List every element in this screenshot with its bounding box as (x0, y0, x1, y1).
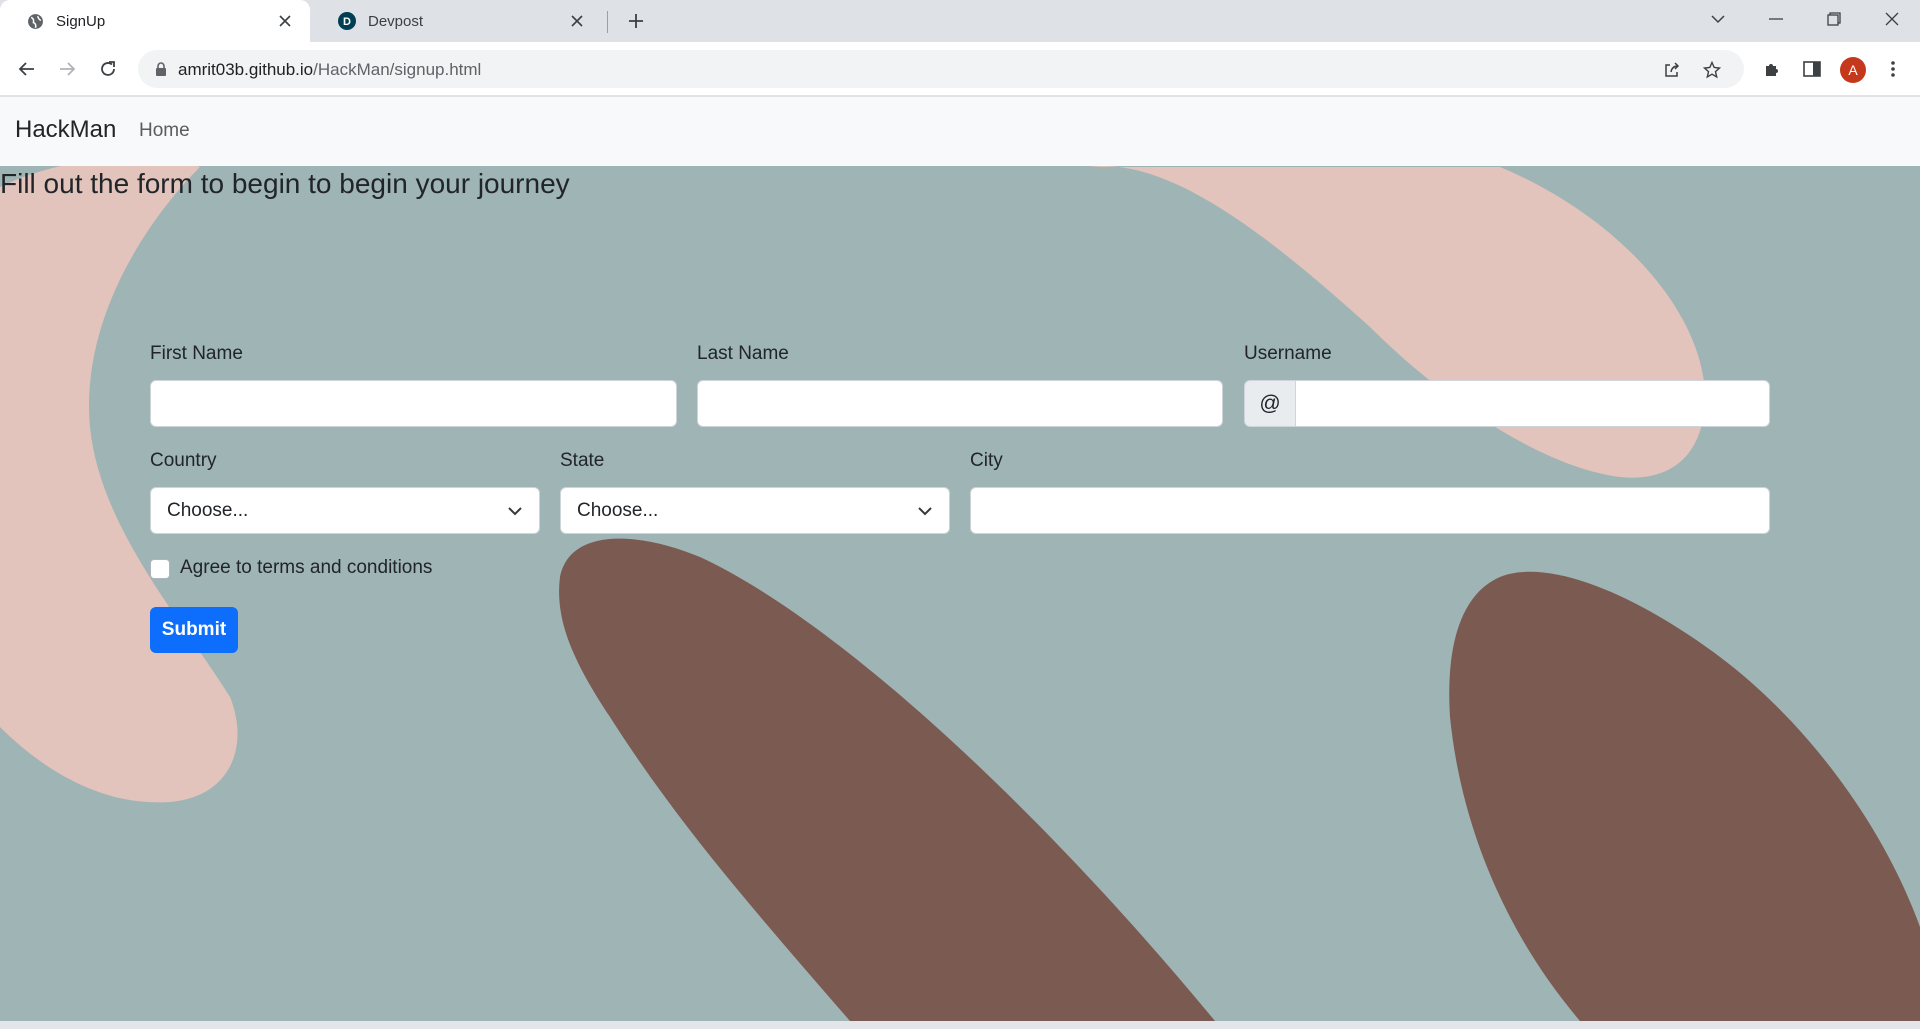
reload-icon[interactable] (94, 55, 122, 83)
nav-link-home[interactable]: Home (139, 120, 190, 142)
url-path: /HackMan/signup.html (313, 60, 482, 79)
state-select[interactable]: Choose... (560, 487, 950, 534)
menu-kebab-icon[interactable] (1881, 57, 1905, 81)
tab-search-icon[interactable] (1690, 0, 1746, 38)
site-navbar: HackMan Home (0, 97, 1920, 166)
back-icon[interactable] (13, 55, 41, 83)
chevron-down-icon (918, 507, 932, 516)
username-input[interactable] (1294, 380, 1770, 427)
close-window-icon[interactable] (1864, 0, 1920, 38)
terms-checkbox[interactable] (150, 559, 170, 579)
tab-divider (607, 11, 608, 33)
state-label: State (560, 450, 605, 471)
brown-blob-right (1449, 571, 1920, 1021)
share-icon[interactable] (1661, 59, 1683, 81)
bottom-edge (0, 1021, 1920, 1029)
minimize-icon[interactable] (1748, 0, 1804, 38)
pink-blob-top-right (1090, 166, 1706, 478)
country-select[interactable]: Choose... (150, 487, 540, 534)
bookmark-star-icon[interactable] (1701, 59, 1723, 81)
username-at-prefix: @ (1244, 380, 1296, 427)
country-selected-value: Choose... (167, 499, 249, 521)
username-label: Username (1244, 343, 1332, 364)
city-label: City (970, 450, 1003, 471)
svg-text:D: D (343, 16, 351, 28)
side-panel-icon[interactable] (1800, 57, 1824, 81)
brown-blob-center (559, 538, 1215, 1021)
tab-devpost[interactable]: D Devpost (312, 0, 602, 42)
state-selected-value: Choose... (577, 499, 659, 521)
browser-toolbar: amrit03b.github.io/HackMan/signup.html A (0, 42, 1920, 96)
terms-label[interactable]: Agree to terms and conditions (180, 557, 432, 579)
close-tab-icon[interactable] (566, 10, 588, 32)
first-name-input[interactable] (150, 380, 677, 427)
restore-icon[interactable] (1806, 0, 1862, 38)
first-name-label: First Name (150, 343, 243, 364)
url-host: amrit03b.github.io (178, 60, 314, 79)
last-name-input[interactable] (697, 380, 1223, 427)
url-text: amrit03b.github.io/HackMan/signup.html (178, 60, 481, 80)
close-tab-icon[interactable] (274, 10, 296, 32)
tab-signup[interactable]: SignUp (0, 0, 310, 42)
globe-icon (26, 12, 44, 30)
tab-title: Devpost (368, 12, 424, 30)
address-bar[interactable]: amrit03b.github.io/HackMan/signup.html (138, 50, 1744, 88)
submit-button[interactable]: Submit (150, 607, 238, 653)
tab-title: SignUp (56, 12, 106, 30)
country-label: Country (150, 450, 217, 471)
new-tab-icon[interactable] (624, 9, 648, 33)
forward-icon[interactable] (53, 55, 81, 83)
tab-strip: SignUp D Devpost (0, 0, 1920, 42)
devpost-logo-icon: D (338, 12, 356, 30)
page-viewport: HackMan Home Fill out the form to begin … (0, 97, 1920, 1021)
pink-blob-left (0, 156, 238, 803)
last-name-label: Last Name (697, 343, 789, 364)
page-heading: Fill out the form to begin to begin your… (0, 168, 570, 199)
site-brand[interactable]: HackMan (15, 116, 116, 144)
profile-avatar[interactable]: A (1840, 57, 1866, 83)
lock-icon[interactable] (152, 60, 170, 78)
extensions-puzzle-icon[interactable] (1760, 57, 1784, 81)
city-input[interactable] (970, 487, 1770, 534)
chevron-down-icon (508, 507, 522, 516)
